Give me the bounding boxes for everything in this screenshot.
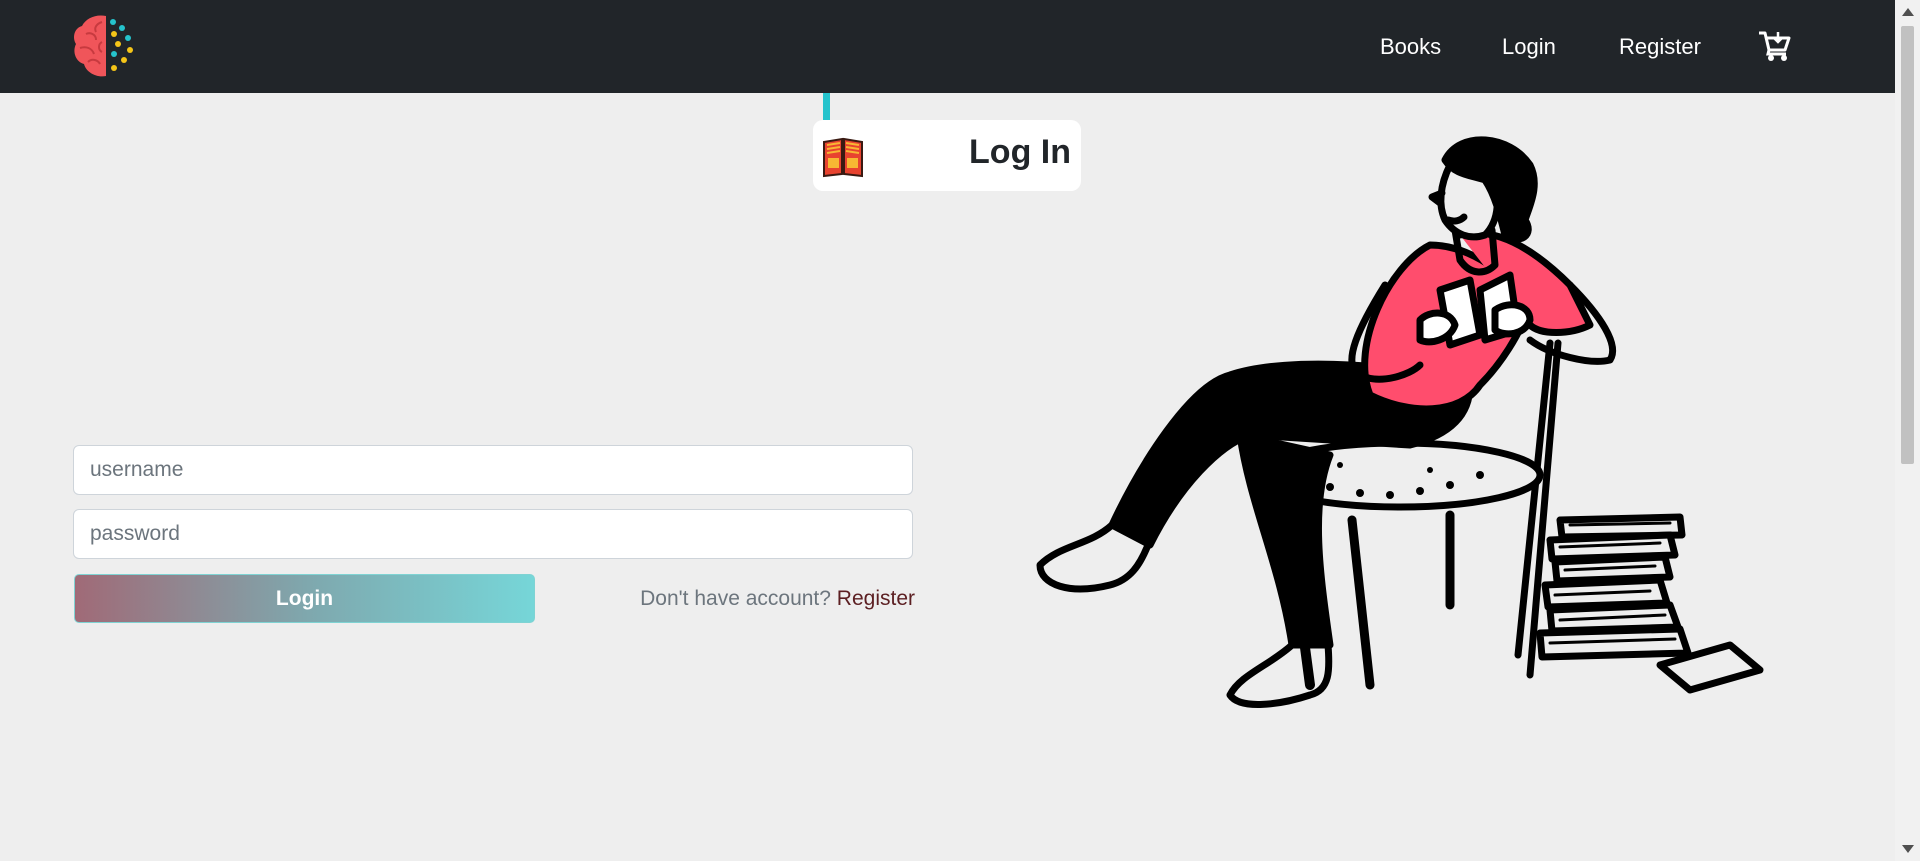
nav-link-register[interactable]: Register <box>1619 34 1701 60</box>
navbar: Books Login Register <box>0 0 1895 93</box>
nav-link-books[interactable]: Books <box>1380 34 1441 60</box>
scroll-up-icon[interactable] <box>1902 8 1914 16</box>
password-input[interactable] <box>73 509 913 559</box>
nav-link-login[interactable]: Login <box>1502 34 1556 60</box>
accent-line <box>823 93 830 121</box>
brain-logo-icon[interactable] <box>72 12 142 80</box>
open-book-icon <box>823 137 863 178</box>
register-link[interactable]: Register <box>837 587 915 610</box>
username-input[interactable] <box>73 445 913 495</box>
login-button[interactable]: Login <box>74 574 535 623</box>
register-hint: Don't have account? Register <box>640 586 915 612</box>
woman-reading-on-chair-illustration <box>1036 136 1764 708</box>
shopping-cart-icon[interactable] <box>1758 30 1792 62</box>
scrollbar-thumb[interactable] <box>1901 26 1914 464</box>
page-scrollbar[interactable] <box>1895 0 1920 861</box>
no-account-text: Don't have account? <box>640 587 831 610</box>
scroll-down-icon[interactable] <box>1902 845 1914 853</box>
